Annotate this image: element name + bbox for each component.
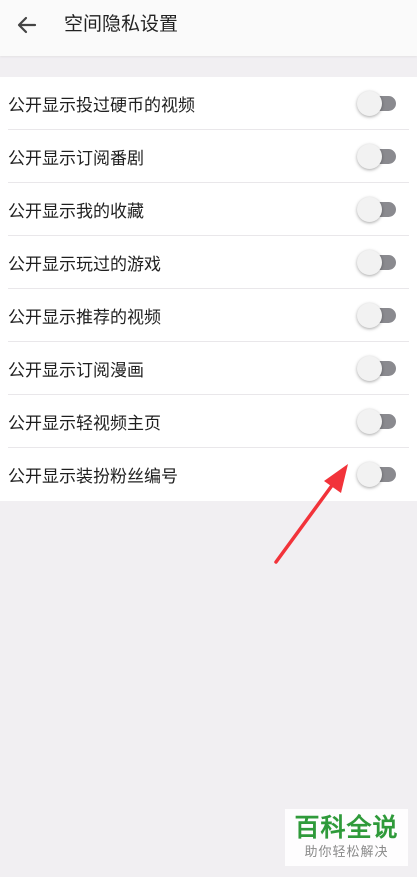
setting-row-recommended-videos: 公开显示推荐的视频 <box>0 289 417 342</box>
toggle-thumb <box>357 356 382 381</box>
setting-row-fan-badge-number: 公开显示装扮粉丝编号 <box>0 448 417 501</box>
setting-label: 公开显示订阅漫画 <box>8 361 144 381</box>
watermark-sub-text: 助你轻松解决 <box>304 845 389 860</box>
toggle-thumb <box>357 197 382 222</box>
light-video-home-toggle[interactable] <box>357 408 397 436</box>
setting-label: 公开显示我的收藏 <box>8 202 144 222</box>
subscribed-comics-toggle[interactable] <box>357 355 397 383</box>
toggle-thumb <box>357 250 382 275</box>
setting-label: 公开显示订阅番剧 <box>8 149 144 169</box>
setting-row-my-favorites: 公开显示我的收藏 <box>0 183 417 236</box>
subscribed-bangumi-toggle[interactable] <box>357 143 397 171</box>
arrow-left-icon <box>17 16 37 34</box>
toggle-thumb <box>357 91 382 116</box>
setting-label: 公开显示推荐的视频 <box>8 308 161 328</box>
recommended-videos-toggle[interactable] <box>357 302 397 330</box>
setting-row-played-games: 公开显示玩过的游戏 <box>0 236 417 289</box>
top-app-bar: 空间隐私设置 <box>0 0 417 56</box>
privacy-settings-list: 公开显示投过硬币的视频 公开显示订阅番剧 公开显示我的收藏 公开显示玩过的游戏 <box>0 77 417 501</box>
setting-label: 公开显示轻视频主页 <box>8 414 161 434</box>
watermark-main-text: 百科全说 <box>294 813 399 842</box>
played-games-toggle[interactable] <box>357 249 397 277</box>
back-button[interactable] <box>10 8 44 42</box>
toggle-thumb <box>357 409 382 434</box>
setting-row-light-video-home: 公开显示轻视频主页 <box>0 395 417 448</box>
toggle-thumb <box>357 144 382 169</box>
privacy-settings-screen: 空间隐私设置 公开显示投过硬币的视频 公开显示订阅番剧 公开显示我的收藏 公开显… <box>0 0 417 877</box>
watermark-logo: 百科全说 助你轻松解决 <box>285 809 408 866</box>
setting-row-subscribed-comics: 公开显示订阅漫画 <box>0 342 417 395</box>
page-title: 空间隐私设置 <box>64 13 179 35</box>
coined-videos-toggle[interactable] <box>357 90 397 118</box>
my-favorites-toggle[interactable] <box>357 196 397 224</box>
toggle-thumb <box>357 462 382 487</box>
setting-row-subscribed-bangumi: 公开显示订阅番剧 <box>0 130 417 183</box>
toggle-thumb <box>357 303 382 328</box>
fan-badge-number-toggle[interactable] <box>357 461 397 489</box>
setting-label: 公开显示玩过的游戏 <box>8 255 161 275</box>
setting-label: 公开显示装扮粉丝编号 <box>8 467 178 487</box>
setting-row-coined-videos: 公开显示投过硬币的视频 <box>0 77 417 130</box>
setting-label: 公开显示投过硬币的视频 <box>8 96 195 116</box>
